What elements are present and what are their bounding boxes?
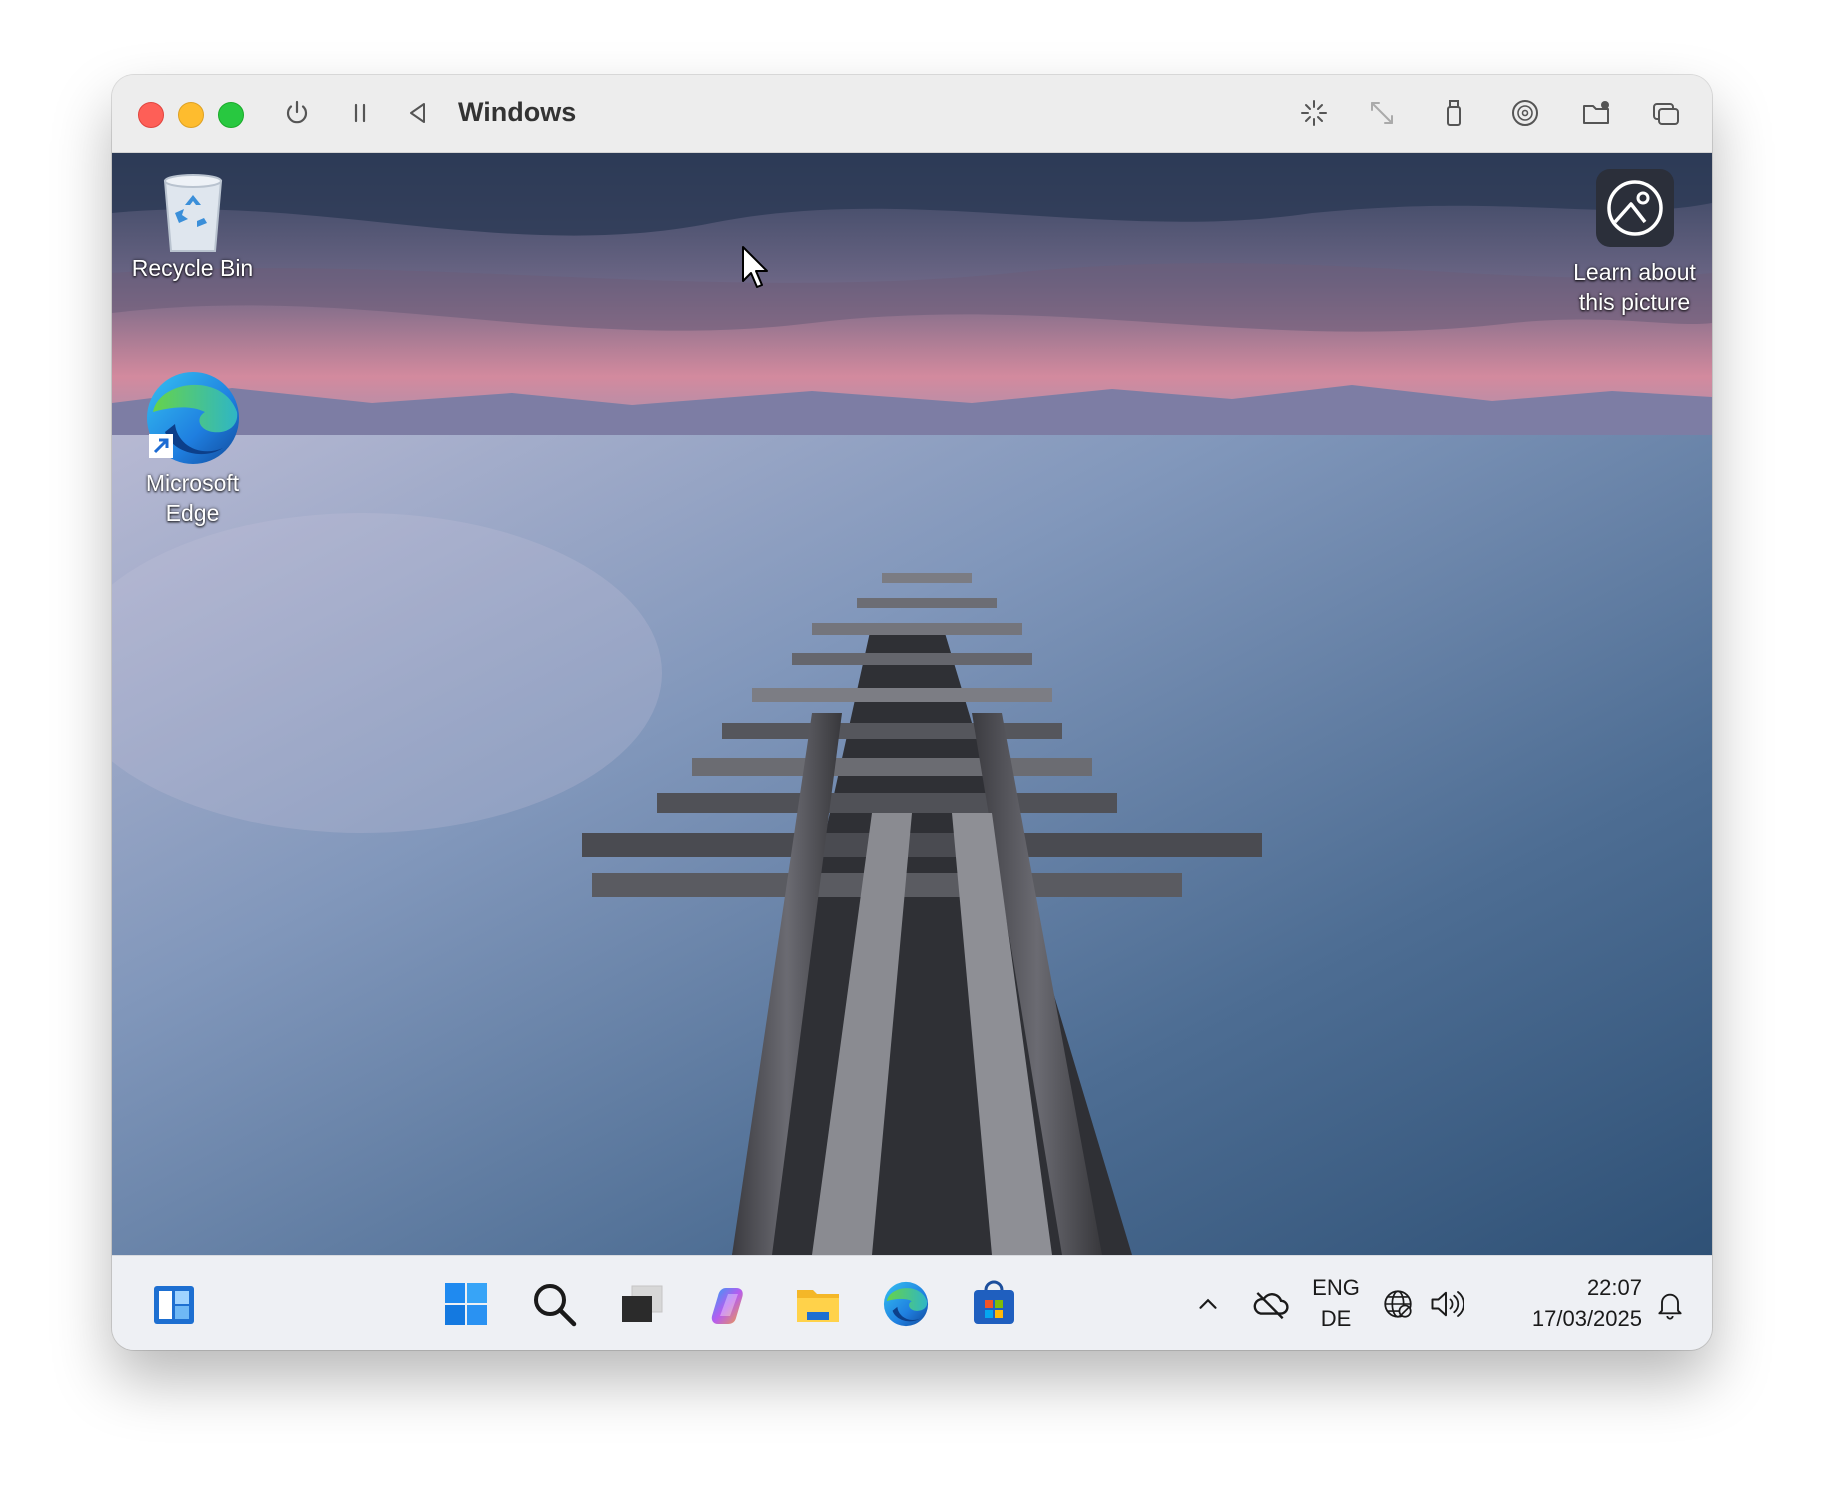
edge-label-line2: Edge — [165, 500, 220, 526]
volume-icon — [1431, 1291, 1464, 1317]
language-line1: ENG — [1312, 1275, 1360, 1300]
minimize-button[interactable] — [178, 102, 204, 128]
language-line2: DE — [1320, 1306, 1352, 1331]
shared-folder-icon[interactable] — [1578, 95, 1614, 131]
spotlight-label-line2: this picture — [1578, 289, 1691, 315]
edge-icon — [146, 372, 239, 464]
usb-icon[interactable] — [1436, 95, 1472, 131]
search-button[interactable] — [528, 1278, 580, 1330]
windows-switch-icon[interactable] — [1648, 95, 1684, 131]
recycle-bin-icon — [163, 174, 222, 252]
desktop[interactable]: Recycle Bin Microsoft Edge Learn about t… — [112, 153, 1712, 1255]
task-view-button[interactable] — [616, 1278, 668, 1330]
pause-icon[interactable] — [342, 95, 378, 131]
vm-window: Windows Recycle Bin Microsoft Edge Learn… — [112, 75, 1712, 1350]
zoom-button[interactable] — [218, 102, 244, 128]
input-language[interactable]: ENG DE — [1306, 1272, 1366, 1334]
edge-label-line1: Microsoft — [145, 470, 240, 496]
widgets-icon — [154, 1286, 194, 1324]
onedrive-icon — [1253, 1292, 1289, 1320]
edge-icon — [883, 1281, 929, 1327]
widgets-button[interactable] — [148, 1278, 200, 1330]
volume-button[interactable] — [1426, 1278, 1466, 1330]
copilot-button[interactable] — [704, 1278, 756, 1330]
tap-icon[interactable] — [1296, 95, 1332, 131]
clock-date: 17/03/2025 — [1531, 1306, 1642, 1331]
task-view-icon — [622, 1285, 663, 1322]
start-icon — [445, 1283, 487, 1325]
network-icon — [1384, 1290, 1412, 1318]
file-explorer-icon — [797, 1290, 839, 1322]
store-button[interactable] — [968, 1278, 1020, 1330]
onedrive-button[interactable] — [1248, 1278, 1292, 1330]
power-icon[interactable] — [279, 95, 315, 131]
disc-icon[interactable] — [1507, 95, 1543, 131]
clock[interactable]: 22:07 17/03/2025 — [1492, 1272, 1642, 1334]
mouse-cursor-icon — [742, 246, 768, 288]
desktop-icon-microsoft-edge[interactable]: Microsoft Edge — [120, 368, 265, 528]
window-titlebar[interactable]: Windows — [112, 75, 1712, 153]
store-icon — [974, 1280, 1014, 1324]
show-hidden-icons-button[interactable] — [1188, 1278, 1228, 1330]
wallpaper — [112, 153, 1712, 1255]
window-title: Windows — [458, 97, 577, 127]
start-button[interactable] — [440, 1278, 492, 1330]
taskbar: ENG DE 22:07 17/03/2025 — [112, 1255, 1712, 1350]
copilot-icon — [711, 1288, 743, 1324]
back-icon[interactable] — [400, 95, 436, 131]
desktop-icon-learn-about-picture[interactable]: Learn about this picture — [1562, 169, 1707, 317]
desktop-icon-recycle-bin[interactable]: Recycle Bin — [120, 171, 265, 283]
notifications-button[interactable] — [1650, 1278, 1690, 1330]
clock-time: 22:07 — [1586, 1275, 1642, 1300]
network-button[interactable] — [1378, 1278, 1418, 1330]
spotlight-label-line1: Learn about — [1573, 259, 1696, 285]
edge-taskbar-button[interactable] — [880, 1278, 932, 1330]
chevron-up-icon — [1199, 1298, 1217, 1309]
recycle-bin-label: Recycle Bin — [131, 255, 254, 281]
close-button[interactable] — [138, 102, 164, 128]
file-explorer-button[interactable] — [792, 1278, 844, 1330]
resize-icon[interactable] — [1364, 95, 1400, 131]
search-icon — [534, 1284, 577, 1327]
spotlight-icon — [1595, 169, 1674, 247]
notification-bell-icon — [1658, 1293, 1682, 1320]
